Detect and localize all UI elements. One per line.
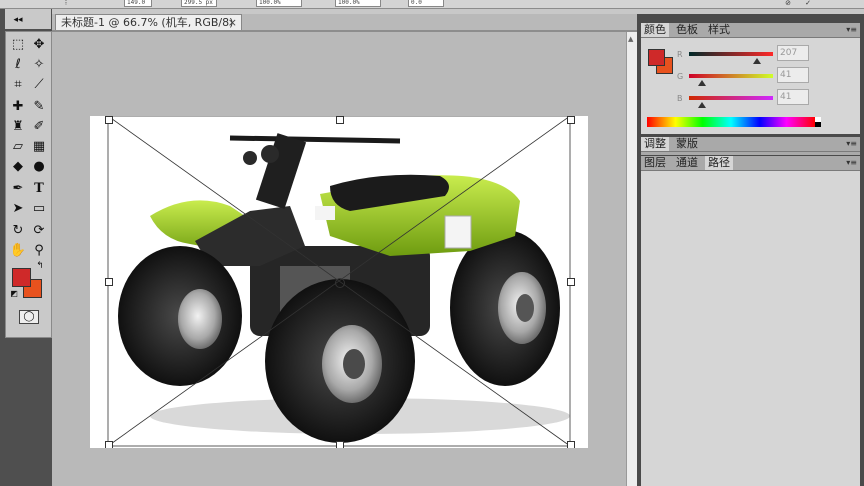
adjust-panel-body <box>641 152 860 155</box>
transform-center-point[interactable] <box>335 278 345 288</box>
tab-adjustments[interactable]: 调整 <box>641 137 669 151</box>
brush-icon[interactable]: ✎ <box>30 98 48 116</box>
eraser-icon[interactable]: ▱ <box>9 138 27 156</box>
adjust-panel-tabs: 调整 蒙版 ▾≡ <box>641 137 860 152</box>
y-position-field[interactable]: 299.5 px <box>181 0 217 7</box>
lasso-icon[interactable]: ℓ <box>9 56 27 74</box>
transform-handle-bottom-left[interactable] <box>105 441 113 448</box>
zoom-icon[interactable]: ⚲ <box>30 242 48 260</box>
scroll-up-icon[interactable]: ▲ <box>628 35 633 43</box>
panel-foreground-swatch[interactable] <box>648 49 665 66</box>
cancel-transform-icon[interactable]: ⊘ <box>784 0 792 7</box>
tab-styles[interactable]: 样式 <box>705 23 733 37</box>
document-canvas[interactable] <box>90 116 588 448</box>
tab-swatches[interactable]: 色板 <box>673 23 701 37</box>
color-panel-menu-icon[interactable]: ▾≡ <box>846 23 857 37</box>
tab-paths[interactable]: 路径 <box>705 156 733 170</box>
toolbox-header: ◂◂ <box>5 9 51 29</box>
green-slider-thumb[interactable] <box>698 80 707 86</box>
quick-mask-icon[interactable]: ◯ <box>19 310 39 324</box>
black-white-ramp[interactable] <box>815 117 821 127</box>
hand-icon[interactable]: ✋ <box>9 242 27 260</box>
reference-point-icon[interactable]: ⁝ <box>62 0 70 7</box>
green-label: G <box>677 72 684 81</box>
rotate-angle-field[interactable]: 0.0 <box>408 0 444 7</box>
path-select-icon[interactable]: ➤ <box>9 200 27 218</box>
blue-value-field[interactable]: 41 <box>777 89 809 105</box>
blue-slider-thumb[interactable] <box>698 102 707 108</box>
pen-icon[interactable]: ✒ <box>9 180 27 198</box>
panel-dock: 颜色 色板 样式 ▾≡ R 207 G 41 B 41 调整 蒙版 ▾≡ 图层 … <box>637 14 864 486</box>
3d-orbit-icon[interactable]: ⟳ <box>30 222 48 240</box>
blur-icon[interactable]: ◆ <box>9 158 27 176</box>
options-bar: ⁝ 149.0 px 299.5 px 100.0% 100.0% 0.0 ⊘ … <box>0 0 864 9</box>
x-position-field[interactable]: 149.0 px <box>124 0 152 7</box>
move-icon[interactable]: ✥ <box>30 36 48 54</box>
green-slider-track[interactable] <box>689 74 773 78</box>
commit-transform-icon[interactable]: ✓ <box>804 0 812 7</box>
default-colors-icon[interactable]: ◩ <box>9 289 19 299</box>
blue-label: B <box>677 94 683 103</box>
blue-slider-track[interactable] <box>689 96 773 100</box>
color-panel: R 207 G 41 B 41 <box>641 38 860 134</box>
document-area: 未标题-1 @ 66.7% (机车, RGB/8) × ▲ <box>52 14 638 486</box>
width-scale-field[interactable]: 100.0% <box>256 0 302 7</box>
eyedropper-icon[interactable]: ⟋ <box>30 76 48 94</box>
transform-handle-top-center[interactable] <box>336 116 344 124</box>
transform-handle-middle-left[interactable] <box>105 278 113 286</box>
dodge-icon[interactable]: ● <box>30 158 48 176</box>
tab-layers[interactable]: 图层 <box>641 156 669 170</box>
tab-masks[interactable]: 蒙版 <box>673 137 701 151</box>
transform-handle-top-right[interactable] <box>567 116 575 124</box>
gradient-icon[interactable]: ▦ <box>30 138 48 156</box>
transform-handle-middle-right[interactable] <box>567 278 575 286</box>
layers-panel-tabs: 图层 通道 路径 ▾≡ <box>641 156 860 171</box>
toolbox: ◂◂ ⬚ ✥ ℓ ✧ ⌗ ⟋ ✚ ✎ ♜ ✐ ▱ ▦ ◆ ● ✒ T ➤ ▭ ↻… <box>0 9 52 486</box>
adjust-panel-menu-icon[interactable]: ▾≡ <box>846 137 857 151</box>
green-value-field[interactable]: 41 <box>777 67 809 83</box>
swap-colors-icon[interactable]: ↰ <box>35 261 45 271</box>
red-slider-thumb[interactable] <box>753 58 762 64</box>
marquee-icon[interactable]: ⬚ <box>9 36 27 54</box>
layers-panel-menu-icon[interactable]: ▾≡ <box>846 156 857 170</box>
healing-brush-icon[interactable]: ✚ <box>9 98 27 116</box>
transform-handle-bottom-right[interactable] <box>567 441 575 448</box>
toolbox-tools: ⬚ ✥ ℓ ✧ ⌗ ⟋ ✚ ✎ ♜ ✐ ▱ ▦ ◆ ● ✒ T ➤ ▭ ↻ ⟳ … <box>5 31 52 338</box>
3d-rotate-icon[interactable]: ↻ <box>9 222 27 240</box>
type-icon[interactable]: T <box>30 180 48 198</box>
history-brush-icon[interactable]: ✐ <box>30 118 48 136</box>
close-document-icon[interactable]: × <box>228 15 237 31</box>
foreground-color-swatch[interactable] <box>12 268 31 287</box>
paths-panel <box>641 171 860 486</box>
crop-icon[interactable]: ⌗ <box>9 76 27 94</box>
stamp-icon[interactable]: ♜ <box>9 118 27 136</box>
collapse-toolbox-icon[interactable]: ◂◂ <box>9 11 27 29</box>
transform-handle-bottom-center[interactable] <box>336 441 344 448</box>
color-panel-tabs: 颜色 色板 样式 ▾≡ <box>641 23 860 38</box>
red-value-field[interactable]: 207 <box>777 45 809 61</box>
magic-wand-icon[interactable]: ✧ <box>30 56 48 74</box>
red-label: R <box>677 50 683 59</box>
document-tab[interactable]: 未标题-1 @ 66.7% (机车, RGB/8) × <box>55 14 242 31</box>
transform-handle-top-left[interactable] <box>105 116 113 124</box>
tab-channels[interactable]: 通道 <box>673 156 701 170</box>
tab-color[interactable]: 颜色 <box>641 23 669 37</box>
color-spectrum-bar[interactable] <box>647 117 821 127</box>
document-tab-title: 未标题-1 @ 66.7% (机车, RGB/8) <box>61 16 234 29</box>
shape-icon[interactable]: ▭ <box>30 200 48 218</box>
red-slider-track[interactable] <box>689 52 773 56</box>
height-scale-field[interactable]: 100.0% <box>335 0 381 7</box>
tab-strip <box>52 30 637 32</box>
